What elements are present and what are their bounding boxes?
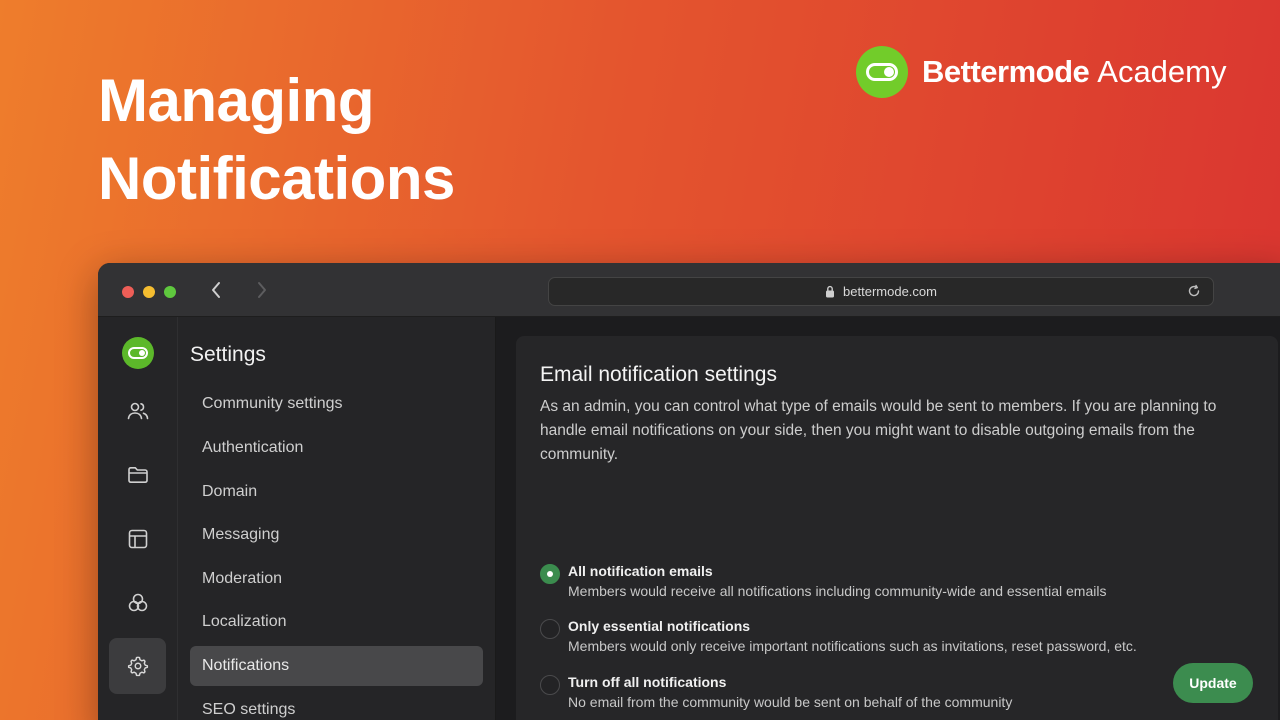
bettermode-logo-icon <box>856 46 908 98</box>
rail-item-settings[interactable] <box>109 638 166 694</box>
app-rail <box>98 317 178 720</box>
settings-item-domain[interactable]: Domain <box>190 472 483 512</box>
layout-icon <box>128 529 147 549</box>
apps-icon <box>128 593 147 612</box>
option-title: All notification emails <box>568 563 713 579</box>
settings-item-moderation[interactable]: Moderation <box>190 559 483 599</box>
address-bar[interactable]: bettermode.com <box>548 277 1214 306</box>
folder-icon <box>127 467 148 483</box>
option-description: Members would only receive important not… <box>568 638 1137 654</box>
chevron-left-icon <box>212 282 220 298</box>
option-description: Members would receive all notifications … <box>568 583 1107 599</box>
brand-logo-lockup: Bettermode Academy <box>856 46 1227 98</box>
members-icon <box>127 402 148 420</box>
community-logo-icon <box>121 337 154 369</box>
settings-title: Settings <box>190 343 266 366</box>
maximize-window-button[interactable] <box>164 286 176 298</box>
brand-name: Bettermode <box>922 54 1090 89</box>
radio-all-notifications[interactable] <box>540 564 560 584</box>
reload-icon[interactable] <box>1187 284 1201 298</box>
hero-title-line2: Notifications <box>98 145 455 212</box>
card-title: Email notification settings <box>540 363 777 386</box>
window-controls <box>122 286 176 298</box>
forward-button[interactable] <box>252 280 272 300</box>
option-title: Turn off all notifications <box>568 674 727 690</box>
rail-item-members[interactable] <box>109 383 166 439</box>
option-description: No email from the community would be sen… <box>568 694 1013 710</box>
back-button[interactable] <box>206 280 226 300</box>
hero-title: Managing Notifications <box>98 62 455 218</box>
brand-sub: Academy <box>1097 54 1227 89</box>
settings-item-community-settings[interactable]: Community settings <box>190 384 483 424</box>
hero-title-line1: Managing <box>98 67 374 134</box>
close-window-button[interactable] <box>122 286 134 298</box>
browser-window: bettermode.com Settings Community settin… <box>98 263 1280 720</box>
rail-item-spaces[interactable] <box>109 447 166 503</box>
update-button[interactable]: Update <box>1173 663 1253 703</box>
radio-essential-notifications[interactable] <box>540 619 560 639</box>
email-notification-card: Email notification settings As an admin,… <box>516 336 1278 720</box>
settings-item-seo-settings[interactable]: SEO settings <box>190 690 483 720</box>
settings-item-authentication[interactable]: Authentication <box>190 428 483 468</box>
gear-icon <box>127 656 148 677</box>
settings-item-localization[interactable]: Localization <box>190 602 483 642</box>
browser-titlebar: bettermode.com <box>98 263 1280 317</box>
card-description: As an admin, you can control what type o… <box>540 398 1217 463</box>
settings-item-messaging[interactable]: Messaging <box>190 515 483 555</box>
rail-item-layout[interactable] <box>109 511 166 567</box>
rail-community-logo[interactable] <box>109 325 166 381</box>
radio-turn-off-notifications[interactable] <box>540 675 560 695</box>
option-title: Only essential notifications <box>568 618 751 634</box>
lock-icon <box>826 285 835 298</box>
settings-sidebar: Settings Community settings Authenticati… <box>178 317 496 720</box>
rail-item-apps[interactable] <box>109 575 166 631</box>
minimize-window-button[interactable] <box>143 286 155 298</box>
address-url: bettermode.com <box>843 284 937 299</box>
settings-item-notifications[interactable]: Notifications <box>190 646 483 686</box>
chevron-right-icon <box>258 282 266 298</box>
